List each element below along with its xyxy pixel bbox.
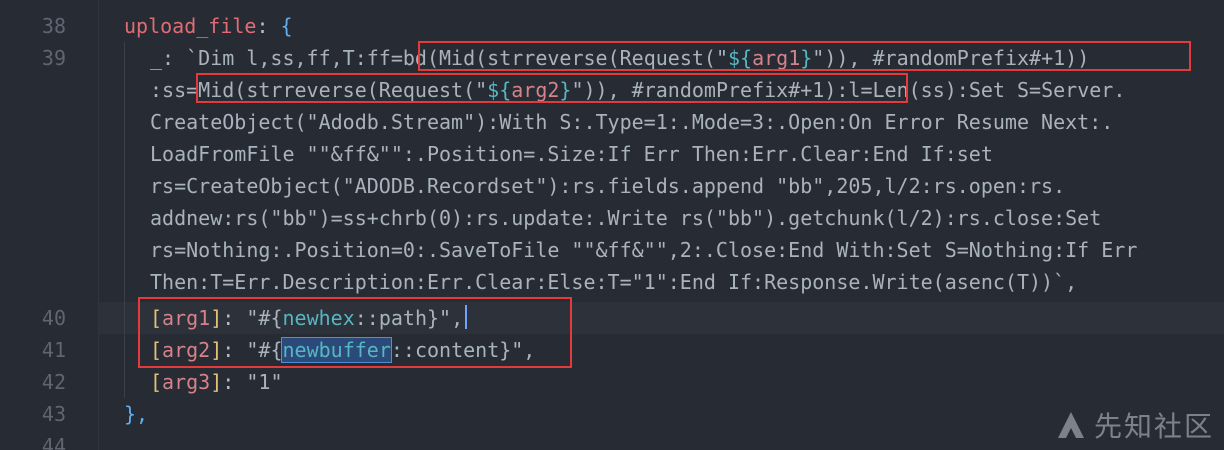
highlight-box-arg1 [418,41,1191,71]
code-line-39-d: LoadFromFile ""&ff&"":.Position=.Size:If… [150,142,993,166]
watermark: 先知社区 [1054,405,1214,445]
highlight-box-args [138,297,572,368]
code-editor[interactable]: 38 39 40 41 42 43 44 upload_file: { _: `… [0,0,1224,450]
highlight-box-arg2 [196,73,908,103]
code-line-39-g: rs=Nothing:.Position=0:.SaveToFile ""&ff… [150,238,1138,262]
code-line-38: upload_file: { [124,14,293,38]
code-line-39-f: addnew:rs("bb")=ss+chrb(0):rs.update:.Wr… [150,206,1102,230]
code-line-39-h: Then:T=Err.Description:Err.Clear:Else:T=… [150,270,1078,294]
code-line-39-e: rs=CreateObject("ADODB.Recordset"):rs.fi… [150,174,1066,198]
code-line-39-c: CreateObject("Adodb.Stream"):With S:.Typ… [150,110,1114,134]
xianzhi-logo-icon [1057,412,1084,438]
watermark-text: 先知社区 [1093,410,1214,443]
code-line-43: }, [124,402,149,426]
code-line-42: [arg3]: "1" [150,370,283,394]
